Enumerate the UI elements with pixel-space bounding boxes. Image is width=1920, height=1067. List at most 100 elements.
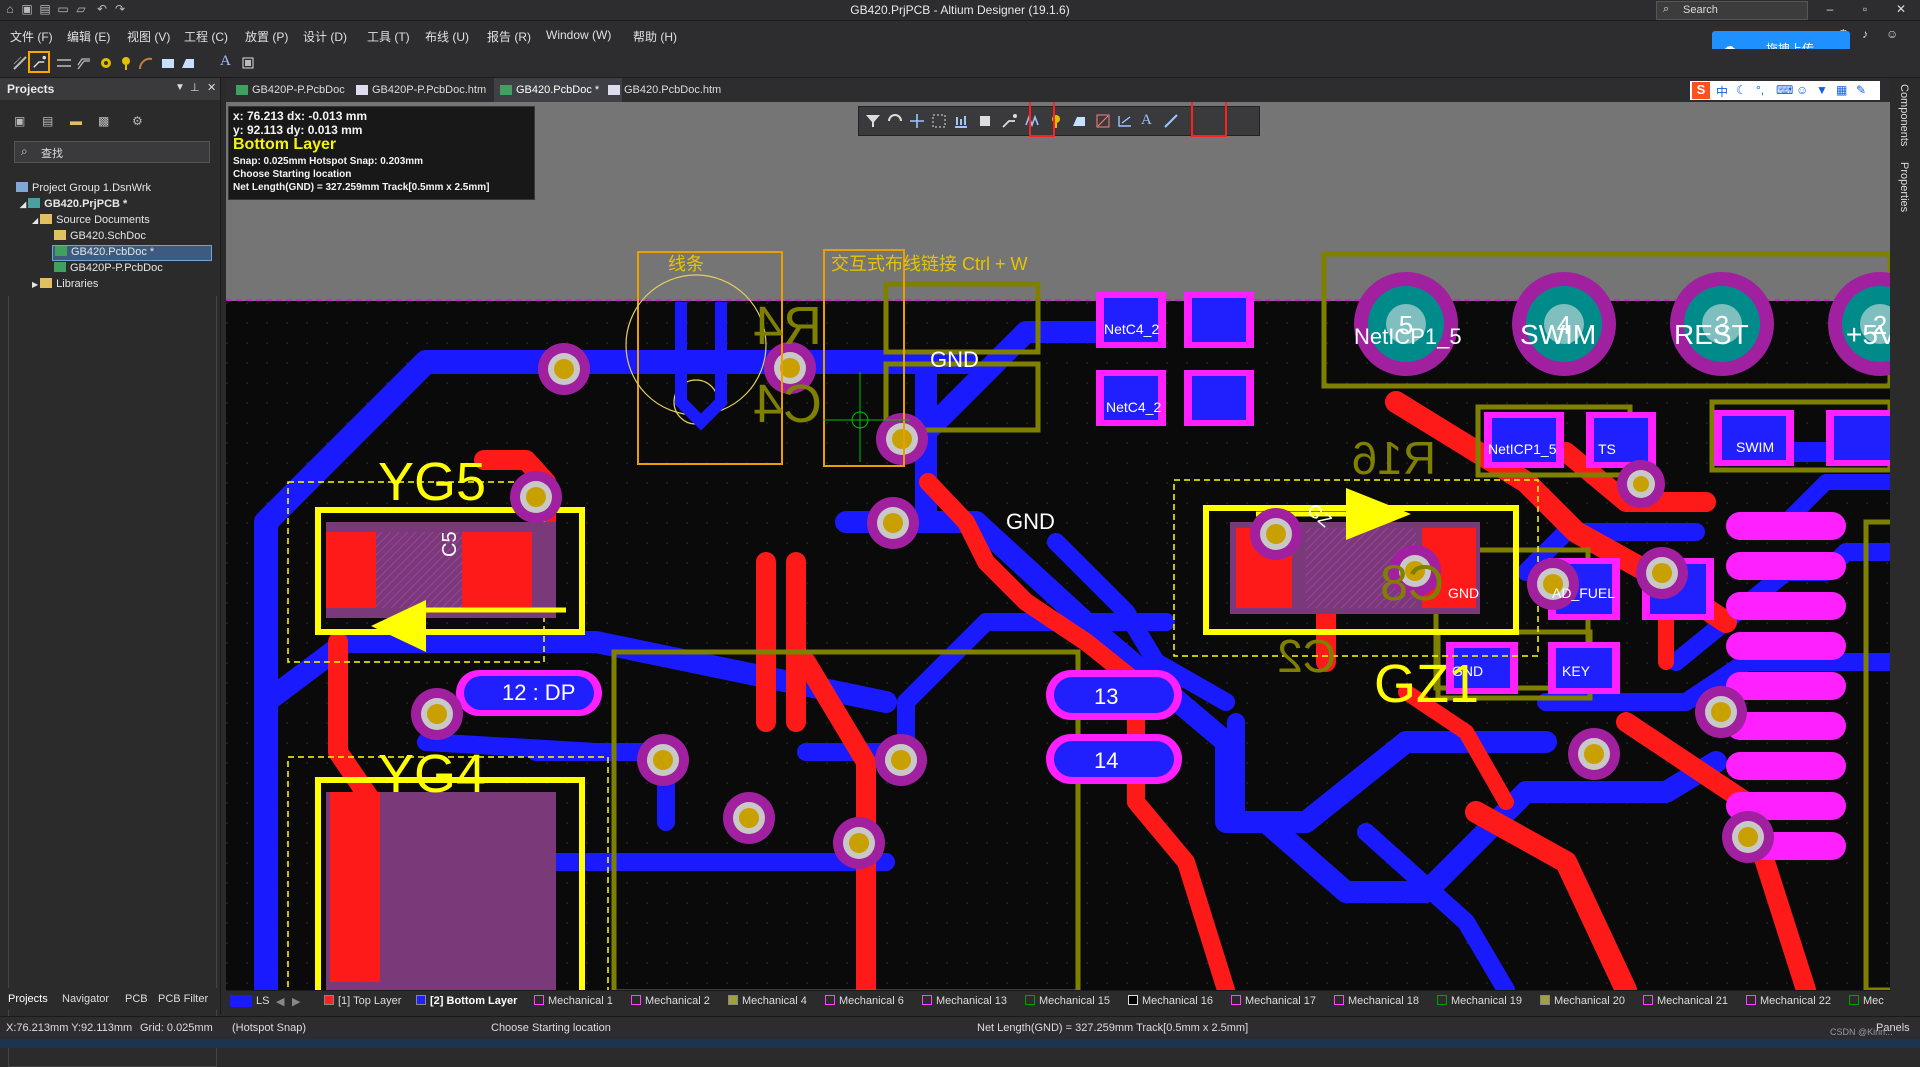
menu-design[interactable]: 设计 (D) bbox=[303, 28, 347, 45]
layer-tab-mech20[interactable]: Mechanical 20 bbox=[1540, 995, 1625, 1007]
menu-view[interactable]: 视图 (V) bbox=[127, 28, 170, 45]
tab-pcb-filter[interactable]: PCB Filter bbox=[158, 993, 208, 1005]
layer-tab-mech21[interactable]: Mechanical 21 bbox=[1643, 995, 1728, 1007]
tab-gb420-pcbdoc-htm[interactable]: GB420.PcbDoc.htm bbox=[602, 78, 754, 102]
tab-properties[interactable]: Properties bbox=[1898, 162, 1910, 212]
layer-tab-mech18[interactable]: Mechanical 18 bbox=[1334, 995, 1419, 1007]
bell-icon[interactable]: ♪ bbox=[1862, 27, 1868, 41]
expand-icon[interactable]: ▶ bbox=[32, 280, 38, 289]
ime-wrench-icon[interactable]: ✎ bbox=[1856, 83, 1866, 97]
collapse-icon[interactable]: ◢ bbox=[32, 216, 38, 225]
menu-tools[interactable]: 工具 (T) bbox=[367, 28, 410, 45]
select-area-icon[interactable] bbox=[931, 113, 947, 129]
via-icon[interactable] bbox=[118, 55, 134, 71]
collapse-icon[interactable]: ◢ bbox=[20, 200, 26, 209]
arc-icon[interactable] bbox=[138, 55, 154, 71]
layer-tab-mech6[interactable]: Mechanical 6 bbox=[825, 995, 904, 1007]
tab-navigator[interactable]: Navigator bbox=[62, 993, 109, 1005]
tree-item-schdoc[interactable]: GB420.SchDoc bbox=[54, 230, 146, 242]
layer-tab-mech13[interactable]: Mechanical 13 bbox=[922, 995, 1007, 1007]
component-place-icon[interactable] bbox=[977, 113, 993, 129]
menu-route[interactable]: 布线 (U) bbox=[425, 28, 469, 45]
tab-gb420p-p-pcbdoc[interactable]: GB420P-P.PcbDoc bbox=[230, 78, 370, 102]
tree-item-libraries[interactable]: ▶ Libraries bbox=[32, 278, 98, 290]
project-search-input[interactable]: ⌕ 查找 bbox=[14, 141, 210, 163]
layer-tab-mec[interactable]: Mec bbox=[1849, 995, 1884, 1007]
html-icon bbox=[608, 85, 620, 95]
layer-tab-bottom[interactable]: [2] Bottom Layer bbox=[416, 995, 517, 1007]
tab-gb420p-p-pcbdoc-htm[interactable]: GB420P-P.PcbDoc.htm bbox=[350, 78, 514, 102]
layer-tab-mech15[interactable]: Mechanical 15 bbox=[1025, 995, 1110, 1007]
layer-set-ls[interactable]: LS bbox=[256, 995, 269, 1007]
multi-route-icon[interactable] bbox=[76, 55, 92, 71]
tree-item-source-documents[interactable]: ◢ Source Documents bbox=[32, 214, 150, 226]
snap-icon[interactable] bbox=[887, 113, 903, 129]
refresh-icon[interactable]: ▩ bbox=[98, 114, 109, 128]
text-icon[interactable]: A bbox=[220, 53, 231, 70]
layer-tab-mech17[interactable]: Mechanical 17 bbox=[1231, 995, 1316, 1007]
pad-icon[interactable] bbox=[98, 55, 114, 71]
filter-icon[interactable] bbox=[865, 113, 881, 129]
menu-window[interactable]: Window (W) bbox=[546, 28, 611, 42]
select-grid-icon[interactable] bbox=[12, 55, 28, 71]
layer-tab-mech19[interactable]: Mechanical 19 bbox=[1437, 995, 1522, 1007]
folder-icon[interactable]: ▬ bbox=[70, 114, 82, 128]
pcb-canvas[interactable]: 5 4 3 2 GND GND GZ NetICP1_5 SWIM REST +… bbox=[226, 102, 1890, 990]
polygon-pour-icon[interactable] bbox=[1071, 113, 1087, 129]
layer-tab-mech16[interactable]: Mechanical 16 bbox=[1128, 995, 1213, 1007]
crosshair-icon[interactable] bbox=[909, 113, 925, 129]
tree-item-pcbdoc-p[interactable]: GB420P-P.PcbDoc bbox=[54, 262, 163, 274]
tab-components[interactable]: Components bbox=[1898, 84, 1910, 146]
ime-punct-icon[interactable]: °, bbox=[1756, 83, 1764, 97]
pin-icon[interactable]: ⊥ bbox=[190, 81, 200, 94]
menu-place[interactable]: 放置 (P) bbox=[245, 28, 288, 45]
close-button[interactable]: ✕ bbox=[1888, 1, 1914, 18]
menu-project[interactable]: 工程 (C) bbox=[184, 28, 228, 45]
layer-tab-mech4[interactable]: Mechanical 4 bbox=[728, 995, 807, 1007]
menu-edit[interactable]: 编辑 (E) bbox=[67, 28, 110, 45]
menu-reports[interactable]: 报告 (R) bbox=[487, 28, 531, 45]
tree-item-workspace[interactable]: Project Group 1.DsnWrk bbox=[16, 182, 151, 194]
layer-tab-mech1[interactable]: Mechanical 1 bbox=[534, 995, 613, 1007]
panel-close-icon[interactable]: ✕ bbox=[207, 81, 216, 94]
tree-item-pcbdoc[interactable]: GB420.PcbDoc * bbox=[52, 245, 212, 261]
sogou-icon[interactable]: S bbox=[1692, 82, 1710, 99]
ime-chinese-icon[interactable]: 中 bbox=[1716, 83, 1728, 100]
keepout-icon[interactable] bbox=[1095, 113, 1111, 129]
dimension-icon[interactable] bbox=[1117, 113, 1133, 129]
ime-grid-icon[interactable]: ▦ bbox=[1836, 83, 1847, 97]
ime-shirt-icon[interactable]: ▼ bbox=[1816, 83, 1828, 97]
component-icon[interactable] bbox=[240, 55, 256, 71]
layer-color-swatch[interactable] bbox=[230, 995, 252, 1007]
user-icon[interactable]: ☺ bbox=[1886, 27, 1898, 41]
ime-moon-icon[interactable]: ☾ bbox=[1736, 83, 1747, 97]
layer-tab-mech2[interactable]: Mechanical 2 bbox=[631, 995, 710, 1007]
place-string-icon[interactable]: A bbox=[1141, 112, 1152, 129]
ime-user-icon[interactable]: ☺ bbox=[1796, 83, 1808, 97]
panel-menu-icon[interactable]: ▼ bbox=[175, 82, 185, 93]
layer-tab-top[interactable]: [1] Top Layer bbox=[324, 995, 401, 1007]
search-input[interactable]: ⌕ Search bbox=[1656, 1, 1808, 20]
interactive-routing-icon[interactable] bbox=[1001, 113, 1017, 129]
scroll-right-icon[interactable]: ▶ bbox=[292, 995, 300, 1008]
compile-icon[interactable]: ▤ bbox=[42, 114, 53, 128]
tab-pcb[interactable]: PCB bbox=[125, 993, 148, 1005]
align-icon[interactable] bbox=[953, 113, 969, 129]
place-line-icon[interactable] bbox=[1163, 113, 1179, 129]
settings-icon[interactable]: ⚙ bbox=[132, 114, 143, 128]
interactive-route-tool-highlight[interactable] bbox=[28, 51, 50, 73]
minimize-button[interactable]: – bbox=[1817, 1, 1843, 18]
tree-item-project[interactable]: ◢ GB420.PrjPCB * bbox=[20, 198, 127, 210]
pcb-drawing[interactable]: 5 4 3 2 GND GND GZ NetICP1_5 SWIM REST +… bbox=[226, 102, 1890, 990]
maximize-button[interactable]: ▫ bbox=[1852, 1, 1878, 18]
layer-tab-mech22[interactable]: Mechanical 22 bbox=[1746, 995, 1831, 1007]
scroll-left-icon[interactable]: ◀ bbox=[276, 995, 284, 1008]
menu-file[interactable]: 文件 (F) bbox=[10, 28, 53, 45]
polygon-icon[interactable] bbox=[180, 55, 196, 71]
menu-help[interactable]: 帮助 (H) bbox=[633, 28, 677, 45]
diff-pair-icon[interactable] bbox=[56, 55, 72, 71]
tab-projects[interactable]: Projects bbox=[8, 993, 48, 1005]
ime-keyboard-icon[interactable]: ⌨ bbox=[1776, 83, 1793, 97]
fill-icon[interactable] bbox=[160, 55, 176, 71]
save-project-icon[interactable]: ▣ bbox=[14, 114, 25, 128]
